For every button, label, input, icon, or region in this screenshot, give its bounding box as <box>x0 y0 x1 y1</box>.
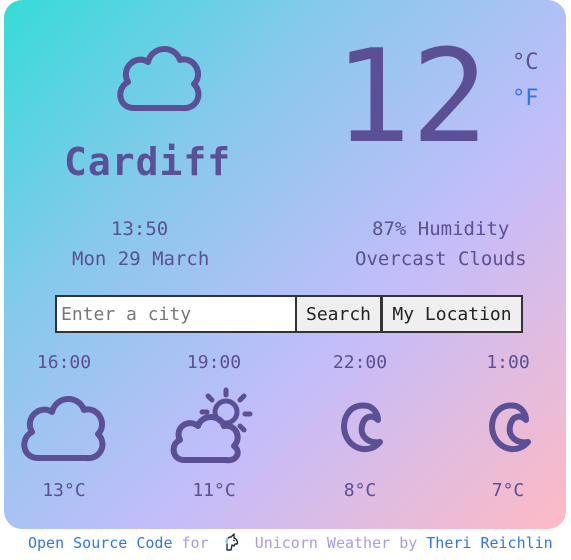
city-search-input[interactable] <box>55 295 303 333</box>
sun-behind-cloud-icon <box>170 387 253 464</box>
moon-icon <box>489 402 531 453</box>
forecast-temperature: 11°C <box>192 480 236 501</box>
city-name: Cardiff <box>64 140 232 184</box>
search-button[interactable]: Search <box>295 295 382 333</box>
forecast-item: 19:00 11°C <box>154 352 274 501</box>
current-date: Mon 29 March <box>72 248 210 270</box>
forecast-time: 1:00 <box>486 352 530 373</box>
forecast-temperature: 13°C <box>42 480 86 501</box>
forecast-time: 22:00 <box>332 352 388 373</box>
footer-for-text: for <box>181 534 209 552</box>
celsius-toggle[interactable]: °C <box>512 50 539 75</box>
author-link[interactable]: Theri Reichlin <box>426 534 552 552</box>
fahrenheit-toggle[interactable]: °F <box>512 86 539 111</box>
current-time: 13:50 <box>111 218 169 240</box>
footer: Open Source Code for Unicorn Weather by … <box>0 532 571 552</box>
current-temperature: 12 <box>334 23 489 172</box>
footer-by-text: by <box>399 534 418 552</box>
cloud-icon <box>117 46 202 112</box>
moon-icon <box>341 402 383 453</box>
forecast-temperature: 8°C <box>343 480 377 501</box>
humidity-label: 87% Humidity <box>372 218 510 240</box>
unicorn-icon <box>221 532 242 552</box>
open-source-link[interactable]: Open Source Code <box>28 534 173 552</box>
my-location-button[interactable]: My Location <box>381 295 523 333</box>
forecast-time: 19:00 <box>186 352 242 373</box>
forecast-item: 1:00 7°C <box>448 352 566 501</box>
weather-card: Cardiff 12 °C °F 13:50 Mon 29 March 87% … <box>4 0 566 529</box>
weather-description: Overcast Clouds <box>355 248 527 270</box>
forecast-temperature: 7°C <box>491 480 525 501</box>
forecast-time: 16:00 <box>36 352 92 373</box>
app-name: Unicorn Weather <box>254 534 391 552</box>
forecast-item: 22:00 8°C <box>300 352 420 501</box>
cloud-icon <box>21 396 106 462</box>
forecast-item: 16:00 13°C <box>4 352 124 501</box>
